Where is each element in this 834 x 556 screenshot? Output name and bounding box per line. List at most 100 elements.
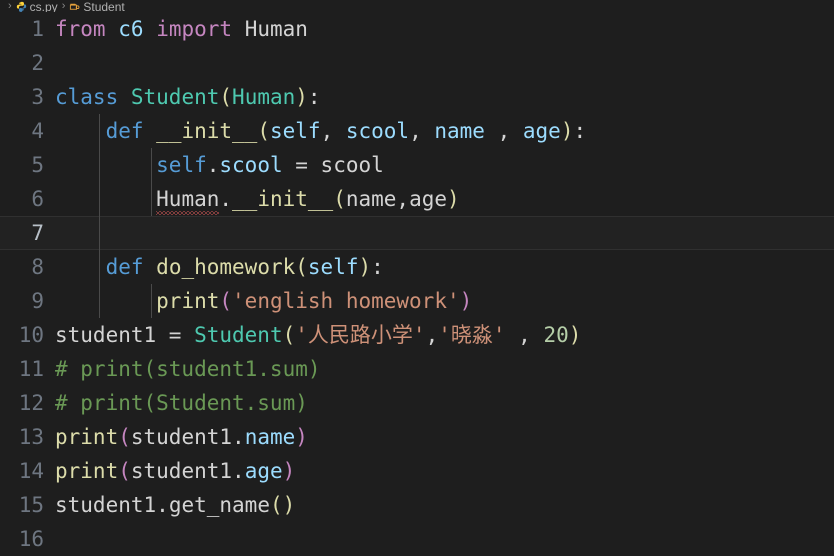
token-paren-open: ( xyxy=(295,255,308,279)
code-line-active[interactable]: 7 xyxy=(0,216,834,250)
token-builtin-print: print xyxy=(55,425,119,449)
token-self: self xyxy=(156,153,207,177)
token-paren-close: ) xyxy=(295,85,308,109)
code-line[interactable]: 9 print('english homework') xyxy=(0,284,834,318)
token-keyword-class: class xyxy=(55,85,119,109)
code-content[interactable] xyxy=(46,522,834,556)
breadcrumb-item-file[interactable]: cs.py xyxy=(16,0,58,12)
code-line[interactable]: 16 xyxy=(0,522,834,556)
code-line[interactable]: 15 student1.get_name() xyxy=(0,488,834,522)
code-content[interactable]: print(student1.age) xyxy=(46,454,834,488)
code-content[interactable]: print('english homework') xyxy=(46,284,834,318)
token-comma: , xyxy=(484,119,523,143)
token-keyword-def: def xyxy=(105,119,144,143)
code-line[interactable]: 13 print(student1.name) xyxy=(0,420,834,454)
indent-guide xyxy=(151,284,152,318)
code-line[interactable]: 11 # print(student1.sum) xyxy=(0,352,834,386)
token-paren-close: ) xyxy=(560,119,574,143)
token-param-self: self xyxy=(269,119,321,143)
code-content[interactable]: class Student(Human): xyxy=(46,80,834,114)
line-number: 4 xyxy=(31,119,44,143)
token-class-name: Student xyxy=(130,85,220,109)
token-variable: student1 xyxy=(55,323,157,347)
token-comment: # print(student1.sum) xyxy=(55,357,321,381)
token-object: student1 xyxy=(55,493,157,517)
indent-guide xyxy=(99,182,100,216)
token-dot: . xyxy=(206,153,220,177)
code-content[interactable]: def __init__(self, scool, name , age): xyxy=(46,114,834,148)
token-colon: : xyxy=(371,255,384,279)
token-param-name: name xyxy=(434,119,485,143)
line-number: 11 xyxy=(18,357,44,381)
token-paren-open: ( xyxy=(333,187,346,211)
token-object: student1 xyxy=(130,425,233,449)
code-content[interactable]: from c6 import Human xyxy=(46,12,834,46)
breadcrumb-item-symbol[interactable]: Student xyxy=(69,0,125,12)
code-line[interactable]: 5 self.scool = scool xyxy=(0,148,834,182)
line-number: 3 xyxy=(31,85,44,109)
code-content[interactable]: Human.__init__(name,age) xyxy=(46,182,834,216)
token-attribute: scool xyxy=(219,153,283,177)
token-assign: = xyxy=(156,323,195,347)
line-number: 2 xyxy=(31,51,44,75)
class-symbol-icon xyxy=(69,1,80,12)
token-param-self: self xyxy=(307,255,359,279)
token-dot: . xyxy=(156,493,169,517)
indent-guide xyxy=(99,284,100,318)
token-string-school: '人民路小学' xyxy=(295,323,426,347)
token-builtin-print: print xyxy=(55,459,119,483)
token-dot: . xyxy=(232,425,245,449)
code-content[interactable]: # print(student1.sum) xyxy=(46,352,834,386)
token-class-name: Student xyxy=(194,323,283,347)
token-string-name: '晓淼' xyxy=(438,323,506,347)
code-content[interactable]: student1.get_name() xyxy=(46,488,834,522)
code-line[interactable]: 14 print(student1.age) xyxy=(0,454,834,488)
indent-guide xyxy=(99,216,100,250)
token-dot: . xyxy=(219,187,233,211)
line-number: 5 xyxy=(31,153,44,177)
code-line[interactable]: 3 class Student(Human): xyxy=(0,80,834,114)
breadcrumb-separator-1: › xyxy=(61,0,66,12)
token-paren-close: ) xyxy=(568,323,582,347)
code-content[interactable]: print(student1.name) xyxy=(46,420,834,454)
token-method-name: __init__ xyxy=(156,119,258,143)
token-property: age xyxy=(244,459,283,483)
token-paren-close: ) xyxy=(447,187,460,211)
token-paren-close: ) xyxy=(282,459,296,483)
code-content[interactable] xyxy=(46,46,834,80)
code-content[interactable] xyxy=(46,216,834,250)
code-line[interactable]: 12 # print(Student.sum) xyxy=(0,386,834,420)
code-line[interactable]: 6 Human.__init__(name,age) xyxy=(0,182,834,216)
breadcrumb-separator-0: › xyxy=(8,0,12,12)
token-comma: , xyxy=(396,187,410,211)
token-object-error: Human xyxy=(156,182,220,216)
code-line[interactable]: 4 def __init__(self, scool, name , age): xyxy=(0,114,834,148)
token-paren-open: ( xyxy=(219,289,233,313)
line-number: 6 xyxy=(31,187,44,211)
token-paren-open: ( xyxy=(282,323,296,347)
token-arg-age: age xyxy=(409,187,448,211)
line-number: 14 xyxy=(18,459,44,483)
token-value: scool xyxy=(320,153,384,177)
token-comma: , xyxy=(505,323,544,347)
line-number: 10 xyxy=(18,323,44,347)
code-editor[interactable]: 1 from c6 import Human 2 3 class Student… xyxy=(0,12,834,556)
token-paren-close: ) xyxy=(295,425,308,449)
token-assign: = xyxy=(282,153,321,177)
code-line[interactable]: 10 student1 = Student('人民路小学','晓淼' , 20) xyxy=(0,318,834,352)
token-paren-close: ) xyxy=(459,289,473,313)
code-content[interactable]: student1 = Student('人民路小学','晓淼' , 20) xyxy=(46,318,834,352)
code-line[interactable]: 2 xyxy=(0,46,834,80)
token-string: 'english homework' xyxy=(232,289,460,313)
code-content[interactable]: self.scool = scool xyxy=(46,148,834,182)
code-content[interactable]: # print(Student.sum) xyxy=(46,386,834,420)
token-method-name: __init__ xyxy=(232,187,334,211)
code-line[interactable]: 1 from c6 import Human xyxy=(0,12,834,46)
token-builtin-print: print xyxy=(156,289,220,313)
line-number: 13 xyxy=(18,425,44,449)
code-line[interactable]: 8 def do_homework(self): xyxy=(0,250,834,284)
code-content[interactable]: def do_homework(self): xyxy=(46,250,834,284)
